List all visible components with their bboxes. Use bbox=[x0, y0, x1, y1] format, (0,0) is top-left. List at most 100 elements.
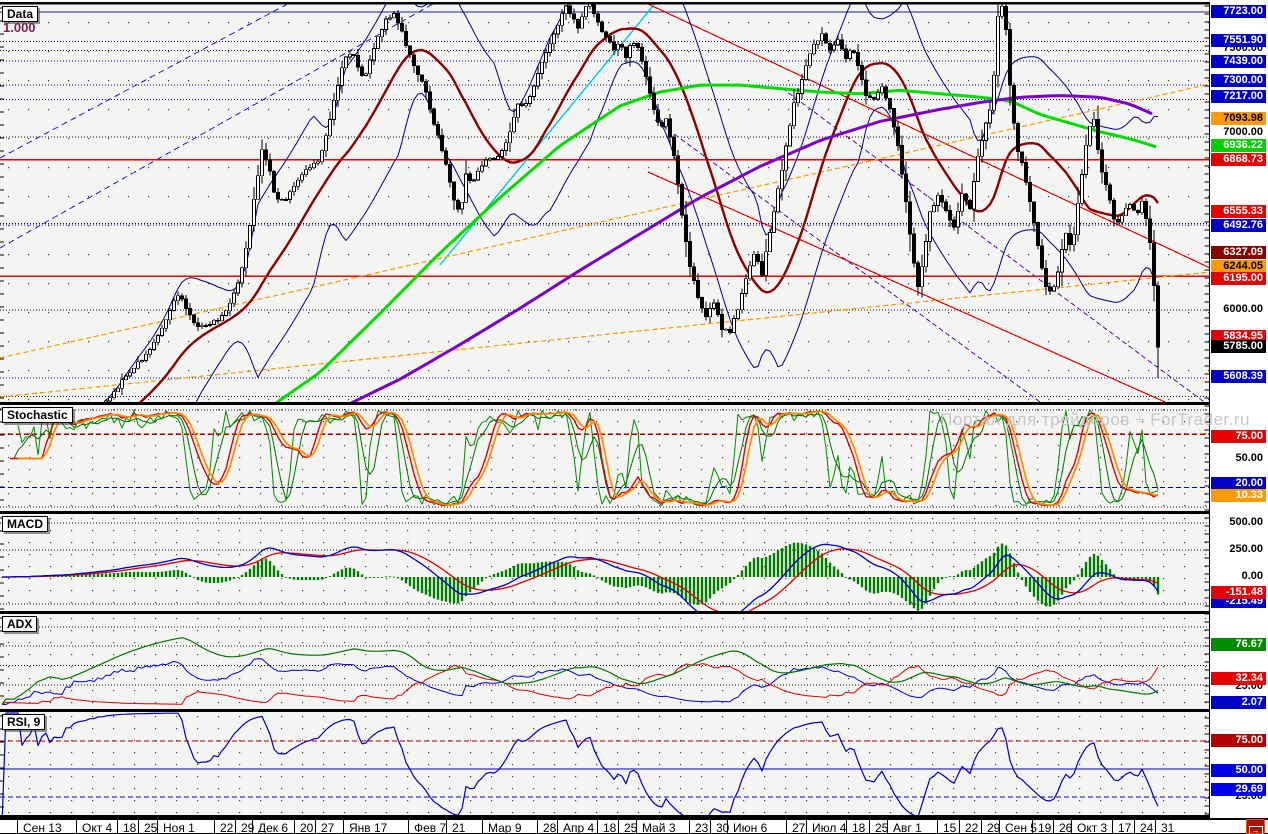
date-tick bbox=[959, 820, 960, 833]
watermark: Портал для трейдеров ÷ ForTrader.ru bbox=[940, 410, 1250, 430]
date-tick bbox=[1134, 820, 1135, 833]
date-label: 31 bbox=[1161, 821, 1174, 834]
date-label: 20 bbox=[300, 821, 313, 834]
date-label: 22 bbox=[965, 821, 978, 834]
time-axis: Сен 13Окт 41825Ноя 12229Дек 62027Янв 17Ф… bbox=[0, 818, 1268, 834]
date-tick bbox=[869, 820, 870, 833]
price-label: 6555.33 bbox=[1211, 205, 1266, 218]
date-tick bbox=[999, 820, 1000, 833]
date-tick bbox=[689, 820, 690, 833]
panel-title-adx[interactable]: ADX bbox=[2, 616, 37, 632]
data-series-value: 1.000 bbox=[3, 20, 36, 35]
date-label: 18 bbox=[123, 821, 136, 834]
price-label: 76.67 bbox=[1211, 638, 1266, 651]
price-label: 5608.39 bbox=[1211, 370, 1266, 383]
price-axis: 7500.007000.006000.007723.007551.907439.… bbox=[1210, 0, 1268, 818]
panel-title-macd[interactable]: MACD bbox=[2, 516, 48, 532]
price-label: 7551.90 bbox=[1211, 34, 1266, 47]
date-tick bbox=[636, 820, 637, 833]
date-tick bbox=[294, 820, 295, 833]
date-label: 25 bbox=[144, 821, 157, 834]
price-label: 7217.00 bbox=[1211, 90, 1266, 103]
date-tick bbox=[446, 820, 447, 833]
date-tick bbox=[806, 820, 807, 833]
price-label: 50.00 bbox=[1211, 764, 1266, 777]
right-arrow-icon: → bbox=[1249, 826, 1263, 834]
date-tick bbox=[76, 820, 77, 833]
price-label: 250.00 bbox=[1211, 543, 1266, 556]
panel-title-stochastic[interactable]: Stochastic bbox=[2, 407, 73, 423]
date-label: Май 3 bbox=[642, 821, 676, 834]
date-tick bbox=[214, 820, 215, 833]
price-label: 7439.00 bbox=[1211, 55, 1266, 68]
date-label: 18 bbox=[603, 821, 616, 834]
price-label: 32.34 bbox=[1211, 672, 1266, 685]
date-tick bbox=[482, 820, 483, 833]
date-label: Апр 4 bbox=[563, 821, 594, 834]
date-label: Ноя 1 bbox=[163, 821, 195, 834]
price-label: 6936.22 bbox=[1211, 139, 1266, 152]
date-label: Сен 13 bbox=[23, 821, 62, 834]
date-tick bbox=[343, 820, 344, 833]
price-label: 7000.00 bbox=[1211, 126, 1266, 139]
date-label: Июн 6 bbox=[733, 821, 767, 834]
date-tick bbox=[315, 820, 316, 833]
date-tick bbox=[408, 820, 409, 833]
date-tick bbox=[846, 820, 847, 833]
chart-canvas bbox=[0, 0, 1210, 818]
price-label: 7723.00 bbox=[1211, 5, 1266, 18]
date-label: 15 bbox=[943, 821, 956, 834]
date-tick bbox=[138, 820, 139, 833]
date-label: 22 bbox=[220, 821, 233, 834]
price-label: 6195.00 bbox=[1211, 272, 1266, 285]
date-tick bbox=[557, 820, 558, 833]
date-tick bbox=[786, 820, 787, 833]
date-label: Фев 7 bbox=[414, 821, 446, 834]
price-label: 75.00 bbox=[1211, 430, 1266, 443]
price-label: 2.07 bbox=[1211, 696, 1266, 709]
panel-title-rsi[interactable]: RSI, 9 bbox=[2, 714, 45, 730]
date-label: Мар 9 bbox=[488, 821, 522, 834]
date-label: 18 bbox=[852, 821, 865, 834]
date-label: Июл 4 bbox=[812, 821, 846, 834]
date-tick bbox=[1032, 820, 1033, 833]
date-label: 24 bbox=[1140, 821, 1153, 834]
price-label: 29.69 bbox=[1211, 783, 1266, 796]
price-label: 10.33 bbox=[1211, 489, 1266, 502]
price-label: 6868.73 bbox=[1211, 153, 1266, 166]
price-label: 0.00 bbox=[1211, 570, 1266, 583]
date-tick bbox=[618, 820, 619, 833]
date-label: Янв 17 bbox=[349, 821, 387, 834]
price-label: 6492.76 bbox=[1211, 219, 1266, 232]
date-label: 23 bbox=[695, 821, 708, 834]
date-tick bbox=[17, 820, 18, 833]
date-tick bbox=[981, 820, 982, 833]
date-tick bbox=[117, 820, 118, 833]
date-label: 19 bbox=[1038, 821, 1051, 834]
date-tick bbox=[252, 820, 253, 833]
date-label: Окт 3 bbox=[1077, 821, 1107, 834]
date-tick bbox=[887, 820, 888, 833]
scroll-right-button[interactable]: → bbox=[1246, 819, 1265, 834]
date-tick bbox=[537, 820, 538, 833]
date-tick bbox=[157, 820, 158, 833]
date-tick bbox=[1071, 820, 1072, 833]
date-tick bbox=[1112, 820, 1113, 833]
price-label: -151.48 bbox=[1211, 586, 1266, 599]
date-label: 17 bbox=[1118, 821, 1131, 834]
price-label: 7093.98 bbox=[1211, 112, 1266, 125]
price-label: 6327.09 bbox=[1211, 246, 1266, 259]
trading-chart-window: Data 1.000 Stochastic MACD ADX RSI, 9 По… bbox=[0, 0, 1268, 834]
price-label: 5785.00 bbox=[1211, 340, 1266, 353]
date-label: 21 bbox=[452, 821, 465, 834]
price-label: 75.00 bbox=[1211, 734, 1266, 747]
date-label: 27 bbox=[321, 821, 334, 834]
date-label: Авг 1 bbox=[893, 821, 922, 834]
price-label: 50.00 bbox=[1211, 452, 1266, 465]
price-label: 7300.00 bbox=[1211, 74, 1266, 87]
date-tick bbox=[1053, 820, 1054, 833]
price-label: 500.00 bbox=[1211, 516, 1266, 529]
date-tick bbox=[235, 820, 236, 833]
price-label: 6000.00 bbox=[1211, 303, 1266, 316]
date-label: Окт 4 bbox=[82, 821, 112, 834]
